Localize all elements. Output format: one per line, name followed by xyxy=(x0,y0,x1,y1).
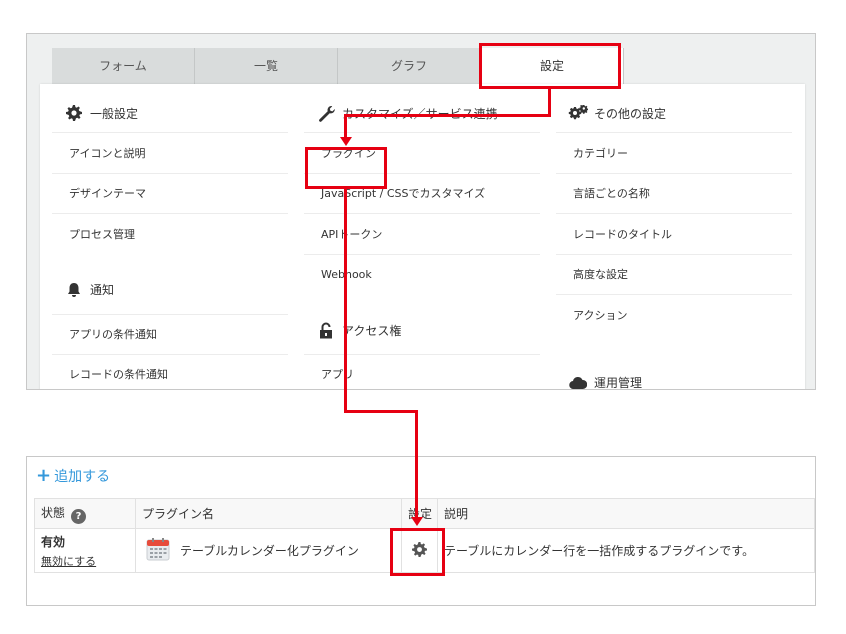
header-description: 説明 xyxy=(437,498,815,529)
plugin-name: テーブルカレンダー化プラグイン xyxy=(180,544,359,558)
general-settings-heading: 一般設定 xyxy=(52,84,288,132)
cloud-icon xyxy=(568,374,588,390)
plugin-table-header: 状態? プラグイン名 設定 説明 xyxy=(34,498,815,529)
access-rights-heading: アクセス権 xyxy=(304,294,540,354)
menu-item-advanced[interactable]: 高度な設定 xyxy=(556,253,792,295)
other-settings-heading: その他の設定 xyxy=(556,84,792,132)
customize-heading: カスタマイズ／サービス連携 xyxy=(304,84,540,132)
notification-heading: 通知 xyxy=(52,254,288,314)
other-settings-title: その他の設定 xyxy=(594,106,667,121)
menu-item-api-token[interactable]: APIトークン xyxy=(304,213,540,254)
menu-item-icon-description[interactable]: アイコンと説明 xyxy=(52,132,288,173)
menu-item-webhook[interactable]: Webhook xyxy=(304,253,540,295)
menu-item-action[interactable]: アクション xyxy=(556,294,792,335)
arrow-line xyxy=(344,114,347,138)
menu-item-record-notification[interactable]: レコードの条件通知 xyxy=(52,354,288,389)
notification-title: 通知 xyxy=(90,283,115,297)
add-plugin-link[interactable]: + 追加する xyxy=(36,466,110,486)
settings-tab-highlight xyxy=(479,43,621,89)
menu-item-process-management[interactable]: プロセス管理 xyxy=(52,213,288,254)
general-settings-column: 一般設定 アイコンと説明 デザインテーマ プロセス管理 通知 アプリの条件通知 … xyxy=(52,84,288,389)
arrow-line xyxy=(415,410,418,518)
menu-item-record-title[interactable]: レコードのタイトル xyxy=(556,213,792,254)
arrow-head xyxy=(410,517,423,526)
gears-icon xyxy=(568,104,588,122)
plugin-status-cell: 有効 無効にする xyxy=(34,528,136,573)
add-plugin-label: 追加する xyxy=(54,469,111,485)
tab-bar: フォーム 一覧 グラフ 設定 xyxy=(52,48,806,86)
arrow-line xyxy=(344,189,347,413)
header-status: 状態? xyxy=(34,498,136,529)
arrow-line xyxy=(548,89,551,117)
menu-item-category[interactable]: カテゴリー xyxy=(556,132,792,173)
tab-graph[interactable]: グラフ xyxy=(338,48,481,84)
calendar-icon xyxy=(146,537,170,564)
bell-icon xyxy=(64,281,84,299)
app-settings-panel: フォーム 一覧 グラフ 設定 一般設定 アイコンと説明 デザインテーマ プロセス… xyxy=(26,33,816,390)
plugin-status: 有効 xyxy=(41,534,66,549)
other-settings-column: その他の設定 カテゴリー 言語ごとの名称 レコードのタイトル 高度な設定 アクシ… xyxy=(556,84,792,390)
operation-heading: 運用管理 xyxy=(556,335,792,390)
disable-plugin-link[interactable]: 無効にする xyxy=(41,553,135,569)
customize-title: カスタマイズ／サービス連携 xyxy=(342,105,498,122)
arrow-line xyxy=(344,114,551,117)
access-rights-title: アクセス権 xyxy=(342,323,402,338)
plugin-description-cell: テーブルにカレンダー行を一括作成するプラグインです。 xyxy=(437,528,815,573)
help-icon[interactable]: ? xyxy=(71,508,87,524)
header-status-label: 状態 xyxy=(41,505,66,520)
menu-item-design-theme[interactable]: デザインテーマ xyxy=(52,172,288,214)
plus-icon: + xyxy=(36,465,52,486)
operation-title: 運用管理 xyxy=(594,376,643,390)
lock-icon xyxy=(316,321,336,339)
menu-item-app-access[interactable]: アプリ xyxy=(304,354,540,389)
wrench-icon xyxy=(316,104,336,122)
header-plugin-name: プラグイン名 xyxy=(135,498,402,529)
arrow-head xyxy=(339,137,352,146)
general-settings-title: 一般設定 xyxy=(90,106,139,121)
plugin-name-cell: テーブルカレンダー化プラグイン xyxy=(135,528,402,573)
plugin-item-highlight xyxy=(305,147,387,189)
gear-icon xyxy=(64,104,84,122)
plugin-settings-highlight xyxy=(390,528,445,576)
menu-item-app-notification[interactable]: アプリの条件通知 xyxy=(52,313,288,355)
arrow-line xyxy=(344,410,418,413)
customize-column: カスタマイズ／サービス連携 プラグイン JavaScript / CSSでカスタ… xyxy=(304,84,540,389)
tab-list[interactable]: 一覧 xyxy=(195,48,338,84)
menu-item-language-names[interactable]: 言語ごとの名称 xyxy=(556,172,792,214)
tab-form[interactable]: フォーム xyxy=(52,48,195,84)
settings-card: 一般設定 アイコンと説明 デザインテーマ プロセス管理 通知 アプリの条件通知 … xyxy=(40,84,805,390)
